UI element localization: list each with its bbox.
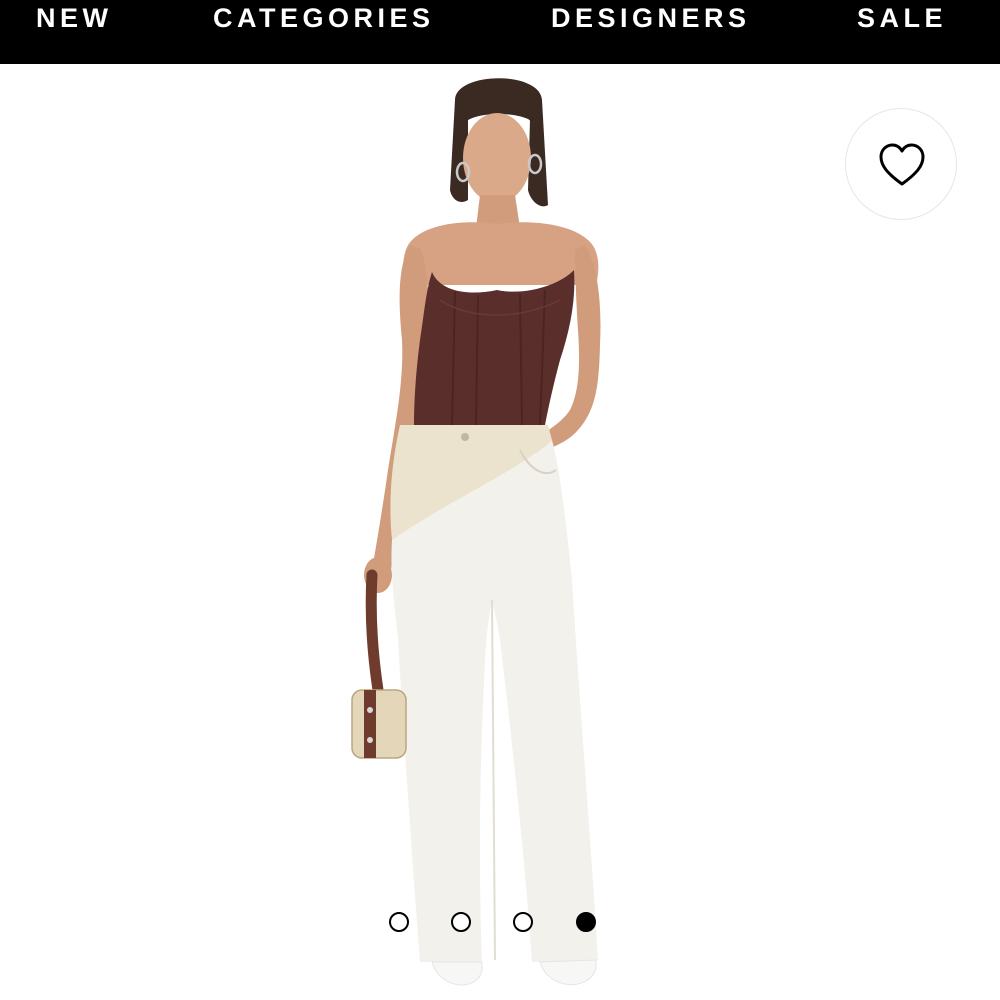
carousel-dot-3[interactable] [513, 912, 533, 932]
product-bag [351, 689, 407, 759]
carousel-dot-4[interactable] [576, 912, 596, 932]
wishlist-button[interactable] [845, 108, 957, 220]
nav-item-categories[interactable]: CATEGORIES [213, 0, 435, 36]
carousel-dot-1[interactable] [389, 912, 409, 932]
top-nav-bar: NEW CATEGORIES DESIGNERS SALE [0, 0, 1000, 64]
nav-item-sale[interactable]: SALE [857, 0, 947, 36]
heart-icon [879, 143, 925, 186]
product-page: NEW CATEGORIES DESIGNERS SALE [0, 0, 1000, 1000]
product-corset [414, 270, 575, 425]
carousel-dot-2[interactable] [451, 912, 471, 932]
product-image[interactable] [0, 64, 1000, 1000]
nav-item-designers[interactable]: DESIGNERS [551, 0, 751, 36]
model-photo [351, 78, 601, 986]
nav-item-new[interactable]: NEW [36, 0, 113, 36]
model-face [463, 113, 531, 203]
